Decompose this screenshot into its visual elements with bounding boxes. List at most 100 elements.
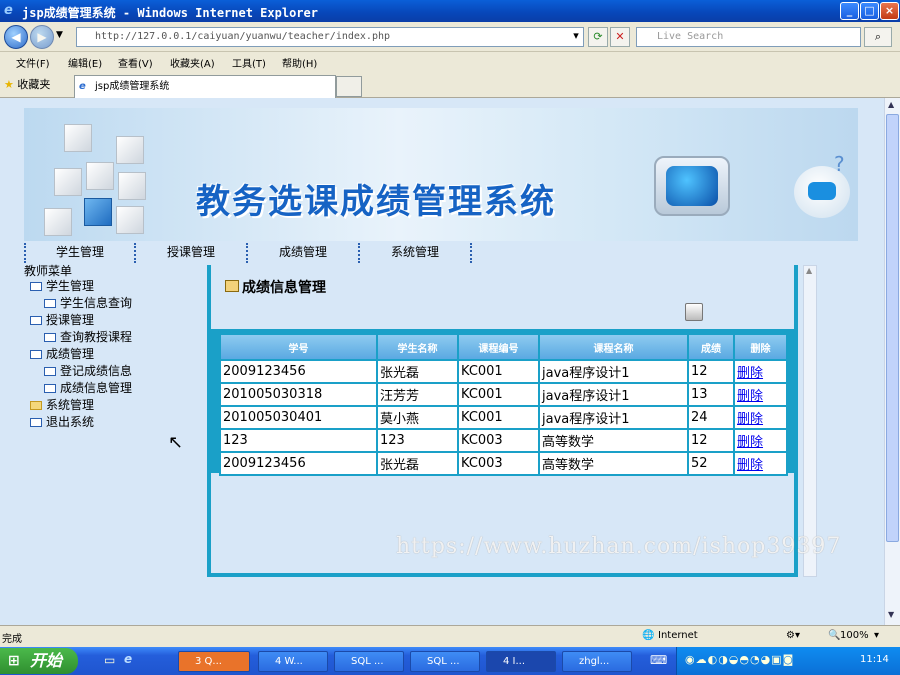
tab-label: jsp成绩管理系统 — [95, 81, 170, 92]
new-tab-button[interactable] — [336, 76, 362, 97]
address-input[interactable]: http://127.0.0.1/caiyuan/yuanwu/teacher/… — [76, 27, 584, 47]
delete-link[interactable]: 删除 — [737, 389, 763, 404]
delete-link[interactable]: 删除 — [737, 412, 763, 427]
window-icon — [44, 299, 56, 308]
window-icon — [44, 367, 56, 376]
cell-course-name: 高等数学 — [540, 453, 687, 474]
address-toolbar: ◀ ▶ ▼ http://127.0.0.1/caiyuan/yuanwu/te… — [0, 22, 900, 52]
cell-student-id: 2009123456 — [221, 361, 376, 382]
search-icon[interactable]: ⌕ — [864, 27, 892, 47]
back-button[interactable]: ◀ — [4, 25, 28, 49]
security-zone: Internet — [658, 630, 698, 641]
grade-table: 学号 学生名称 课程编号 课程名称 成绩 删除 2009123456 张光磊 K… — [219, 333, 788, 476]
taskbar-item[interactable]: SQL ... — [334, 651, 404, 672]
protected-mode-icon[interactable]: ⚙▾ — [786, 630, 800, 641]
nav-system[interactable]: 系统管理 — [360, 243, 472, 263]
window-title: jsp成绩管理系统 - Windows Internet Explorer — [22, 6, 318, 20]
sidebar-item-course-query[interactable]: 查询教授课程 — [44, 329, 132, 345]
cell-course-code: KC001 — [459, 384, 538, 405]
close-button[interactable]: × — [880, 2, 899, 20]
folder-icon[interactable]: ▭ — [104, 653, 115, 667]
sidebar-item-teaching[interactable]: 授课管理 — [30, 312, 94, 328]
cell-course-name: 高等数学 — [540, 430, 687, 451]
taskbar-item[interactable]: 3 Q... — [178, 651, 250, 672]
stop-icon[interactable]: ✕ — [610, 27, 630, 47]
start-button[interactable]: ⊞ 开始 — [0, 648, 78, 674]
table-row: 123 123 KC003 高等数学 12 删除 — [221, 430, 786, 451]
sidebar-item-system[interactable]: 系统管理 — [30, 397, 94, 413]
panel-scrollbar[interactable]: ▲ — [803, 265, 817, 577]
cell-student-name: 张光磊 — [378, 361, 457, 382]
window-icon — [30, 350, 42, 359]
print-icon[interactable] — [685, 303, 703, 321]
cell-student-name: 123 — [378, 430, 457, 451]
taskbar-item[interactable]: zhgl... — [562, 651, 632, 672]
grade-table-container: 学号 学生名称 课程编号 课程名称 成绩 删除 2009123456 张光磊 K… — [211, 329, 794, 476]
cell-delete: 删除 — [735, 407, 786, 428]
cube-decoration — [64, 124, 92, 152]
nav-student[interactable]: 学生管理 — [24, 243, 136, 263]
tray-icons[interactable]: ◉☁◐◑◒◓◔◕▣◙ — [685, 653, 794, 666]
forward-button[interactable]: ▶ — [30, 25, 54, 49]
cell-score: 52 — [689, 453, 733, 474]
cube-decoration — [44, 208, 72, 236]
minimize-button[interactable]: _ — [840, 2, 859, 20]
address-dropdown-icon[interactable]: ▾ — [566, 27, 586, 47]
taskbar-item[interactable]: 4 I... — [486, 651, 556, 672]
maximize-button[interactable]: □ — [860, 2, 879, 20]
sidebar-item-grade-manage[interactable]: 成绩信息管理 — [44, 380, 132, 396]
browser-tab[interactable]: e jsp成绩管理系统 — [74, 75, 336, 98]
zoom-icon: 🔍 — [828, 630, 841, 641]
scroll-down-icon[interactable]: ▼ — [888, 610, 894, 619]
nav-teaching[interactable]: 授课管理 — [136, 243, 248, 263]
mouse-cursor-icon: ↖ — [168, 432, 184, 453]
refresh-icon[interactable]: ⟳ — [588, 27, 608, 47]
menu-help[interactable]: 帮助(H) — [282, 55, 317, 70]
sidebar-item-student[interactable]: 学生管理 — [30, 278, 94, 294]
folder-icon — [30, 401, 42, 410]
cell-student-id: 2009123456 — [221, 453, 376, 474]
tv-icon — [654, 156, 730, 216]
cell-delete: 删除 — [735, 361, 786, 382]
zoom-level[interactable]: 100% — [840, 630, 869, 641]
menu-file[interactable]: 文件(F) — [16, 55, 50, 70]
delete-link[interactable]: 删除 — [737, 366, 763, 381]
top-nav: 学生管理 授课管理 成绩管理 系统管理 — [24, 241, 858, 263]
menu-view[interactable]: 查看(V) — [118, 55, 153, 70]
nav-grades[interactable]: 成绩管理 — [248, 243, 360, 263]
window-icon — [44, 384, 56, 393]
cube-decoration — [54, 168, 82, 196]
cell-course-code: KC001 — [459, 407, 538, 428]
zoom-dropdown-icon[interactable]: ▾ — [874, 630, 879, 641]
sidebar-item-student-query[interactable]: 学生信息查询 — [44, 295, 132, 311]
cell-course-code: KC003 — [459, 453, 538, 474]
menu-favorites[interactable]: 收藏夹(A) — [170, 55, 215, 70]
ie-icon[interactable]: e — [124, 652, 132, 666]
scroll-up-icon[interactable]: ▲ — [806, 266, 812, 275]
col-student-name: 学生名称 — [378, 335, 457, 359]
menu-tools[interactable]: 工具(T) — [232, 55, 266, 70]
favorites-button[interactable]: ★ 收藏夹 — [4, 76, 50, 92]
taskbar-item[interactable]: SQL ... — [410, 651, 480, 672]
search-input[interactable]: Live Search — [636, 27, 861, 47]
history-dropdown-icon[interactable]: ▼ — [56, 30, 63, 40]
delete-link[interactable]: 删除 — [737, 458, 763, 473]
menu-edit[interactable]: 编辑(E) — [68, 55, 102, 70]
scroll-up-icon[interactable]: ▲ — [888, 100, 894, 109]
taskbar-item[interactable]: 4 W... — [258, 651, 328, 672]
page-scrollbar[interactable]: ▲ ▼ — [884, 98, 900, 625]
col-delete: 删除 — [735, 335, 786, 359]
cube-decoration — [86, 162, 114, 190]
web-page: 教务选课成绩管理系统 ? 学生管理 授课管理 成绩管理 系统管理 教师菜单 学生… — [0, 98, 884, 625]
delete-link[interactable]: 删除 — [737, 435, 763, 450]
cell-course-name: java程序设计1 — [540, 361, 687, 382]
cell-score: 12 — [689, 430, 733, 451]
sidebar-item-grades[interactable]: 成绩管理 — [30, 346, 94, 362]
scrollbar-thumb[interactable] — [886, 114, 899, 542]
col-course-code: 课程编号 — [459, 335, 538, 359]
taskbar: ⊞ 开始 ▭ e 3 Q... 4 W... SQL ... SQL ... 4… — [0, 647, 900, 675]
sidebar-item-grade-register[interactable]: 登记成绩信息 — [44, 363, 132, 379]
sidebar-item-logout[interactable]: 退出系统 — [30, 414, 94, 430]
keyboard-icon[interactable]: ⌨ — [650, 653, 667, 667]
edit-icon — [225, 280, 239, 292]
